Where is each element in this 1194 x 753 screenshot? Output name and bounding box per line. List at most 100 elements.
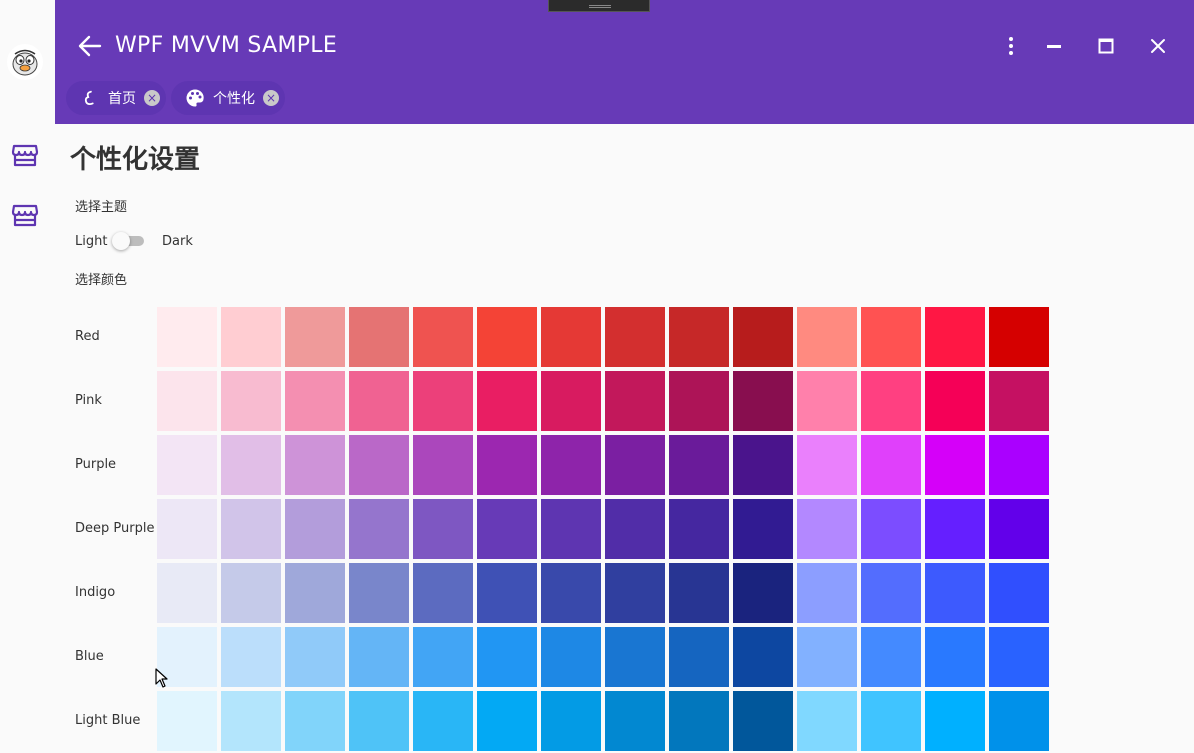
color-swatch[interactable]	[285, 371, 345, 431]
color-swatch[interactable]	[605, 627, 665, 687]
color-swatch[interactable]	[925, 691, 985, 751]
color-swatch[interactable]	[605, 691, 665, 751]
tab-home[interactable]: 首页 ×	[66, 81, 166, 115]
color-swatch[interactable]	[861, 691, 921, 751]
color-swatch[interactable]	[605, 307, 665, 367]
color-swatch[interactable]	[925, 627, 985, 687]
color-swatch[interactable]	[733, 307, 793, 367]
color-swatch[interactable]	[861, 435, 921, 495]
color-swatch[interactable]	[669, 691, 729, 751]
color-swatch[interactable]	[541, 691, 601, 751]
color-swatch[interactable]	[221, 371, 281, 431]
color-swatch[interactable]	[797, 563, 857, 623]
color-swatch[interactable]	[733, 563, 793, 623]
color-swatch[interactable]	[477, 371, 537, 431]
color-swatch[interactable]	[989, 691, 1049, 751]
color-swatch[interactable]	[989, 435, 1049, 495]
color-swatch[interactable]	[861, 627, 921, 687]
color-swatch[interactable]	[413, 371, 473, 431]
color-swatch[interactable]	[733, 499, 793, 559]
color-swatch[interactable]	[285, 691, 345, 751]
color-swatch[interactable]	[477, 691, 537, 751]
color-swatch[interactable]	[541, 563, 601, 623]
color-swatch[interactable]	[477, 627, 537, 687]
color-swatch[interactable]	[669, 499, 729, 559]
color-swatch[interactable]	[349, 627, 409, 687]
color-swatch[interactable]	[989, 371, 1049, 431]
color-swatch[interactable]	[541, 627, 601, 687]
color-swatch[interactable]	[285, 435, 345, 495]
color-swatch[interactable]	[733, 371, 793, 431]
color-swatch[interactable]	[989, 627, 1049, 687]
color-swatch[interactable]	[797, 499, 857, 559]
back-button[interactable]	[75, 31, 105, 61]
color-swatch[interactable]	[285, 499, 345, 559]
color-swatch[interactable]	[413, 307, 473, 367]
color-swatch[interactable]	[349, 563, 409, 623]
color-swatch[interactable]	[669, 563, 729, 623]
color-swatch[interactable]	[221, 691, 281, 751]
color-swatch[interactable]	[797, 691, 857, 751]
sidebar-item-store-1[interactable]	[10, 140, 40, 170]
color-swatch[interactable]	[989, 563, 1049, 623]
color-swatch[interactable]	[733, 435, 793, 495]
color-swatch[interactable]	[733, 627, 793, 687]
color-swatch[interactable]	[413, 499, 473, 559]
color-swatch[interactable]	[157, 371, 217, 431]
color-swatch[interactable]	[221, 627, 281, 687]
window-drag-handle[interactable]	[548, 0, 650, 12]
color-swatch[interactable]	[989, 307, 1049, 367]
color-swatch[interactable]	[541, 435, 601, 495]
color-swatch[interactable]	[157, 691, 217, 751]
color-swatch[interactable]	[733, 691, 793, 751]
color-swatch[interactable]	[925, 307, 985, 367]
color-swatch[interactable]	[925, 499, 985, 559]
color-swatch[interactable]	[605, 563, 665, 623]
color-swatch[interactable]	[221, 563, 281, 623]
color-swatch[interactable]	[349, 307, 409, 367]
sidebar-item-store-2[interactable]	[10, 200, 40, 230]
more-options-button[interactable]	[999, 34, 1023, 58]
color-swatch[interactable]	[477, 563, 537, 623]
tab-personalization-close-button[interactable]: ×	[263, 90, 279, 106]
color-swatch[interactable]	[413, 627, 473, 687]
close-window-button[interactable]	[1146, 34, 1170, 58]
color-swatch[interactable]	[157, 563, 217, 623]
color-swatch[interactable]	[541, 371, 601, 431]
color-swatch[interactable]	[285, 627, 345, 687]
color-swatch[interactable]	[541, 499, 601, 559]
color-swatch[interactable]	[669, 627, 729, 687]
color-swatch[interactable]	[797, 627, 857, 687]
color-swatch[interactable]	[477, 435, 537, 495]
color-swatch[interactable]	[157, 499, 217, 559]
color-swatch[interactable]	[221, 307, 281, 367]
color-swatch[interactable]	[797, 435, 857, 495]
color-swatch[interactable]	[349, 691, 409, 751]
color-swatch[interactable]	[413, 691, 473, 751]
color-swatch[interactable]	[477, 499, 537, 559]
color-swatch[interactable]	[669, 435, 729, 495]
color-swatch[interactable]	[669, 307, 729, 367]
color-swatch[interactable]	[797, 371, 857, 431]
color-swatch[interactable]	[157, 307, 217, 367]
color-swatch[interactable]	[157, 435, 217, 495]
color-swatch[interactable]	[349, 371, 409, 431]
color-swatch[interactable]	[925, 435, 985, 495]
color-swatch[interactable]	[989, 499, 1049, 559]
theme-toggle-switch[interactable]	[112, 231, 144, 251]
color-swatch[interactable]	[413, 435, 473, 495]
color-swatch[interactable]	[221, 435, 281, 495]
color-swatch[interactable]	[925, 371, 985, 431]
color-swatch[interactable]	[541, 307, 601, 367]
color-swatch[interactable]	[797, 307, 857, 367]
minimize-button[interactable]	[1042, 34, 1066, 58]
color-swatch[interactable]	[285, 307, 345, 367]
color-swatch[interactable]	[349, 499, 409, 559]
color-swatch[interactable]	[861, 307, 921, 367]
color-swatch[interactable]	[285, 563, 345, 623]
color-swatch[interactable]	[349, 435, 409, 495]
color-swatch[interactable]	[861, 563, 921, 623]
color-swatch[interactable]	[477, 307, 537, 367]
color-swatch[interactable]	[861, 371, 921, 431]
tab-personalization[interactable]: 个性化 ×	[171, 81, 285, 115]
